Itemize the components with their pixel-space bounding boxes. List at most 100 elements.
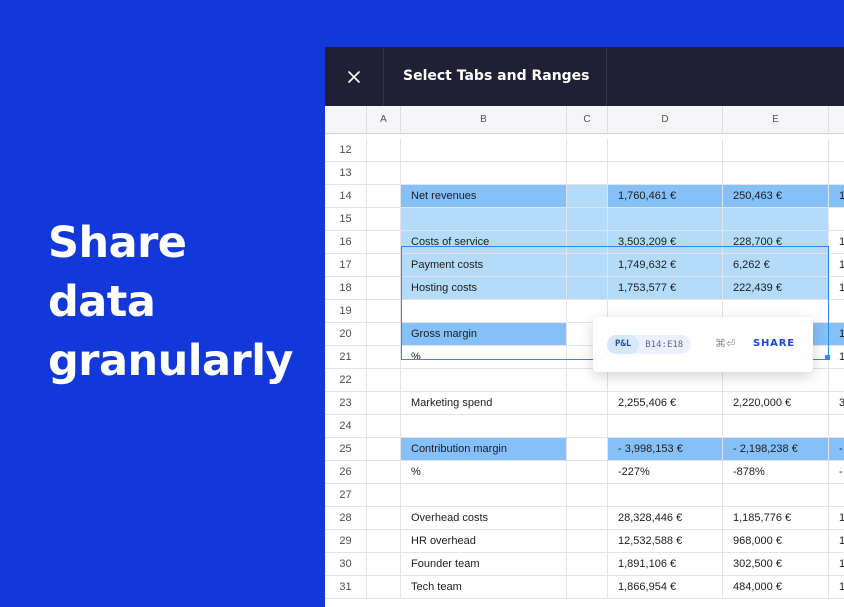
column-header-a[interactable]: A: [367, 106, 401, 134]
cell-c[interactable]: [567, 231, 608, 254]
cell-a[interactable]: [367, 346, 401, 369]
cell-f[interactable]: -: [829, 461, 844, 484]
cell-b[interactable]: [401, 208, 567, 231]
cell-f[interactable]: 1: [829, 553, 844, 576]
cell-c[interactable]: [567, 185, 608, 208]
range-chip[interactable]: P&L B14:E18: [607, 335, 691, 354]
cell-b[interactable]: Marketing spend: [401, 392, 567, 415]
cell-e[interactable]: 6,262 €: [723, 254, 829, 277]
row-number[interactable]: 19: [325, 300, 367, 323]
cell-b[interactable]: Tech team: [401, 576, 567, 599]
cell-c[interactable]: [567, 392, 608, 415]
cell-e[interactable]: - 2,198,238 €: [723, 438, 829, 461]
cell-b[interactable]: Overhead costs: [401, 507, 567, 530]
cell-d[interactable]: 1,753,577 €: [608, 277, 723, 300]
cell-e[interactable]: -878%: [723, 461, 829, 484]
cell-d[interactable]: -227%: [608, 461, 723, 484]
cell-a[interactable]: [367, 162, 401, 185]
cell-b[interactable]: Costs of service: [401, 231, 567, 254]
row-number[interactable]: 14: [325, 185, 367, 208]
row-number[interactable]: 23: [325, 392, 367, 415]
column-header-b[interactable]: B: [401, 106, 567, 134]
cell-f[interactable]: -: [829, 438, 844, 461]
cell-b[interactable]: [401, 369, 567, 392]
row-number[interactable]: 30: [325, 553, 367, 576]
cell-a[interactable]: [367, 323, 401, 346]
cell-b[interactable]: Gross margin: [401, 323, 567, 346]
selection-fill-handle[interactable]: [825, 355, 830, 360]
cell-c[interactable]: [567, 254, 608, 277]
cell-f[interactable]: 1: [829, 530, 844, 553]
cell-b[interactable]: Founder team: [401, 553, 567, 576]
cell-f[interactable]: [829, 162, 844, 185]
cell-e[interactable]: 1,185,776 €: [723, 507, 829, 530]
cell-b[interactable]: [401, 162, 567, 185]
cell-a[interactable]: [367, 139, 401, 162]
row-number[interactable]: 22: [325, 369, 367, 392]
cell-b[interactable]: [401, 484, 567, 507]
cell-d[interactable]: [608, 415, 723, 438]
row-number[interactable]: 31: [325, 576, 367, 599]
cell-c[interactable]: [567, 484, 608, 507]
cell-e[interactable]: [723, 162, 829, 185]
cell-f[interactable]: 1: [829, 576, 844, 599]
cell-c[interactable]: [567, 415, 608, 438]
cell-d[interactable]: [608, 139, 723, 162]
cell-f[interactable]: 1: [829, 346, 844, 369]
cell-e[interactable]: [723, 484, 829, 507]
cell-f[interactable]: [829, 139, 844, 162]
cell-a[interactable]: [367, 231, 401, 254]
cell-c[interactable]: [567, 277, 608, 300]
cell-d[interactable]: 1,891,106 €: [608, 553, 723, 576]
share-button[interactable]: SHARE: [753, 338, 795, 349]
cell-a[interactable]: [367, 530, 401, 553]
cell-d[interactable]: 3,503,209 €: [608, 231, 723, 254]
cell-d[interactable]: 1,749,632 €: [608, 254, 723, 277]
cell-b[interactable]: %: [401, 461, 567, 484]
corner-header[interactable]: [325, 106, 367, 134]
row-number[interactable]: 15: [325, 208, 367, 231]
cell-e[interactable]: 222,439 €: [723, 277, 829, 300]
cell-c[interactable]: [567, 438, 608, 461]
cell-e[interactable]: [723, 208, 829, 231]
cell-b[interactable]: HR overhead: [401, 530, 567, 553]
cell-f[interactable]: 1: [829, 254, 844, 277]
cell-f[interactable]: [829, 300, 844, 323]
cell-a[interactable]: [367, 553, 401, 576]
cell-a[interactable]: [367, 208, 401, 231]
cell-a[interactable]: [367, 576, 401, 599]
row-number[interactable]: 28: [325, 507, 367, 530]
cell-c[interactable]: [567, 461, 608, 484]
cell-c[interactable]: [567, 576, 608, 599]
cell-b[interactable]: [401, 300, 567, 323]
cell-d[interactable]: [608, 162, 723, 185]
cell-f[interactable]: 1: [829, 277, 844, 300]
cell-d[interactable]: - 3,998,153 €: [608, 438, 723, 461]
row-number[interactable]: 16: [325, 231, 367, 254]
cell-e[interactable]: 968,000 €: [723, 530, 829, 553]
cell-d[interactable]: [608, 369, 723, 392]
cell-b[interactable]: Contribution margin: [401, 438, 567, 461]
row-number[interactable]: 24: [325, 415, 367, 438]
cell-b[interactable]: [401, 415, 567, 438]
cell-b[interactable]: %: [401, 346, 567, 369]
row-number[interactable]: 13: [325, 162, 367, 185]
row-number[interactable]: 18: [325, 277, 367, 300]
cell-a[interactable]: [367, 369, 401, 392]
cell-a[interactable]: [367, 415, 401, 438]
cell-c[interactable]: [567, 507, 608, 530]
cell-a[interactable]: [367, 461, 401, 484]
cell-f[interactable]: [829, 415, 844, 438]
column-header-f[interactable]: [829, 106, 844, 134]
cell-a[interactable]: [367, 254, 401, 277]
cell-f[interactable]: [829, 484, 844, 507]
cell-b[interactable]: Net revenues: [401, 185, 567, 208]
cell-e[interactable]: 250,463 €: [723, 185, 829, 208]
row-number[interactable]: 29: [325, 530, 367, 553]
cell-f[interactable]: 1: [829, 507, 844, 530]
row-number[interactable]: 21: [325, 346, 367, 369]
cell-f[interactable]: 1: [829, 323, 844, 346]
row-number[interactable]: 26: [325, 461, 367, 484]
cell-b[interactable]: Payment costs: [401, 254, 567, 277]
cell-c[interactable]: [567, 553, 608, 576]
